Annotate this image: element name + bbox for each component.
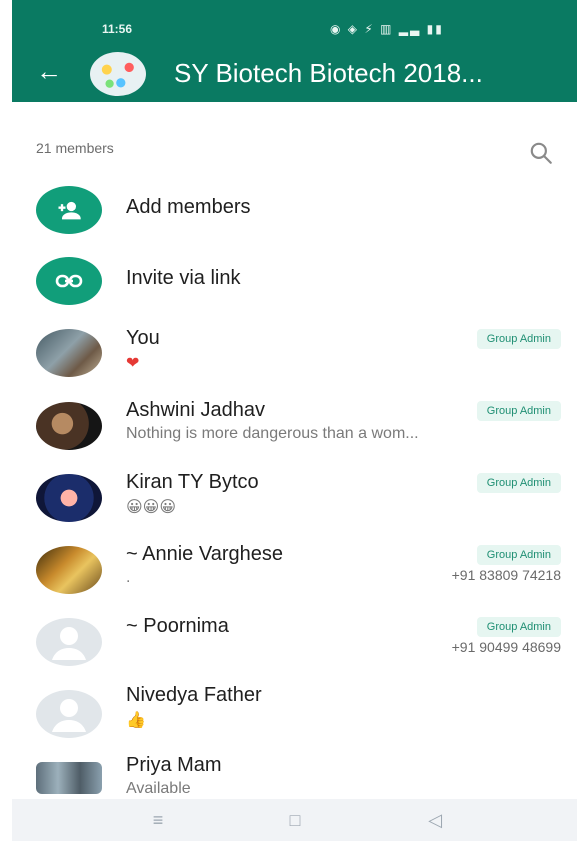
- member-name: You: [126, 327, 160, 349]
- invite-link-row[interactable]: Invite via link: [0, 248, 577, 320]
- member-name: Ashwini Jadhav: [126, 399, 265, 421]
- member-row[interactable]: You ❤ Group Admin: [0, 320, 577, 392]
- search-icon[interactable]: [528, 140, 554, 166]
- avatar: [36, 546, 102, 594]
- avatar: [36, 690, 102, 738]
- member-name: ~ Poornima: [126, 615, 229, 637]
- invite-link-label: Invite via link: [126, 267, 241, 289]
- group-avatar[interactable]: [90, 52, 146, 96]
- member-name: Priya Mam: [126, 754, 222, 776]
- member-row[interactable]: Nivedya Father 👍: [0, 680, 577, 752]
- avatar: [36, 402, 102, 450]
- member-row[interactable]: ~ Annie Varghese . Group Admin +91 83809…: [0, 536, 577, 608]
- group-title[interactable]: SY Biotech Biotech 2018...: [174, 58, 577, 89]
- status-icons: ◉ ◈ ⚡ ▥ ▂▃ ▮▮: [330, 22, 444, 36]
- member-status: 😀😀😀: [126, 499, 177, 516]
- add-person-icon: [58, 201, 81, 220]
- home-icon[interactable]: □: [284, 809, 306, 831]
- menu-icon[interactable]: ≡: [147, 809, 169, 831]
- status-time: 11:56: [102, 22, 133, 36]
- member-phone: +91 83809 74218: [451, 567, 561, 583]
- member-row[interactable]: Kiran TY Bytco 😀😀😀 Group Admin: [0, 464, 577, 536]
- avatar: [36, 329, 102, 377]
- group-admin-badge: Group Admin: [476, 329, 561, 349]
- default-avatar-icon: [52, 699, 86, 732]
- add-members-row[interactable]: Add members: [0, 176, 577, 248]
- member-name: ~ Annie Varghese: [126, 543, 283, 565]
- avatar: [36, 474, 102, 522]
- members-count-label: 21 members: [36, 140, 114, 156]
- add-person-icon: [36, 186, 102, 234]
- group-admin-badge: Group Admin: [476, 617, 561, 637]
- member-status: 👍: [126, 712, 146, 729]
- arrow-left-icon[interactable]: ←: [34, 56, 64, 86]
- member-row[interactable]: ~ Poornima Group Admin +91 90499 48699: [0, 608, 577, 680]
- group-admin-badge: Group Admin: [476, 545, 561, 565]
- member-status: ❤: [126, 355, 140, 372]
- avatar: [36, 762, 102, 794]
- system-nav-bar: ≡ □ ◁: [12, 799, 577, 841]
- group-admin-badge: Group Admin: [476, 473, 561, 493]
- member-phone: +91 90499 48699: [451, 639, 561, 655]
- member-status: Available: [126, 780, 191, 797]
- link-icon: [55, 274, 83, 288]
- member-status: Nothing is more dangerous than a wom...: [126, 425, 419, 442]
- add-members-label: Add members: [126, 196, 251, 218]
- default-avatar-icon: [52, 627, 86, 660]
- group-admin-badge: Group Admin: [476, 401, 561, 421]
- app-bar: 11:56 ◉ ◈ ⚡ ▥ ▂▃ ▮▮ ← SY Biotech Biotech…: [12, 0, 577, 102]
- avatar: [36, 618, 102, 666]
- member-name: Kiran TY Bytco: [126, 471, 259, 493]
- status-bar: 11:56 ◉ ◈ ⚡ ▥ ▂▃ ▮▮: [12, 20, 577, 40]
- member-row[interactable]: Ashwini Jadhav Nothing is more dangerous…: [0, 392, 577, 464]
- link-icon: [36, 257, 102, 305]
- back-icon[interactable]: ◁: [424, 809, 446, 831]
- member-name: Nivedya Father: [126, 684, 262, 706]
